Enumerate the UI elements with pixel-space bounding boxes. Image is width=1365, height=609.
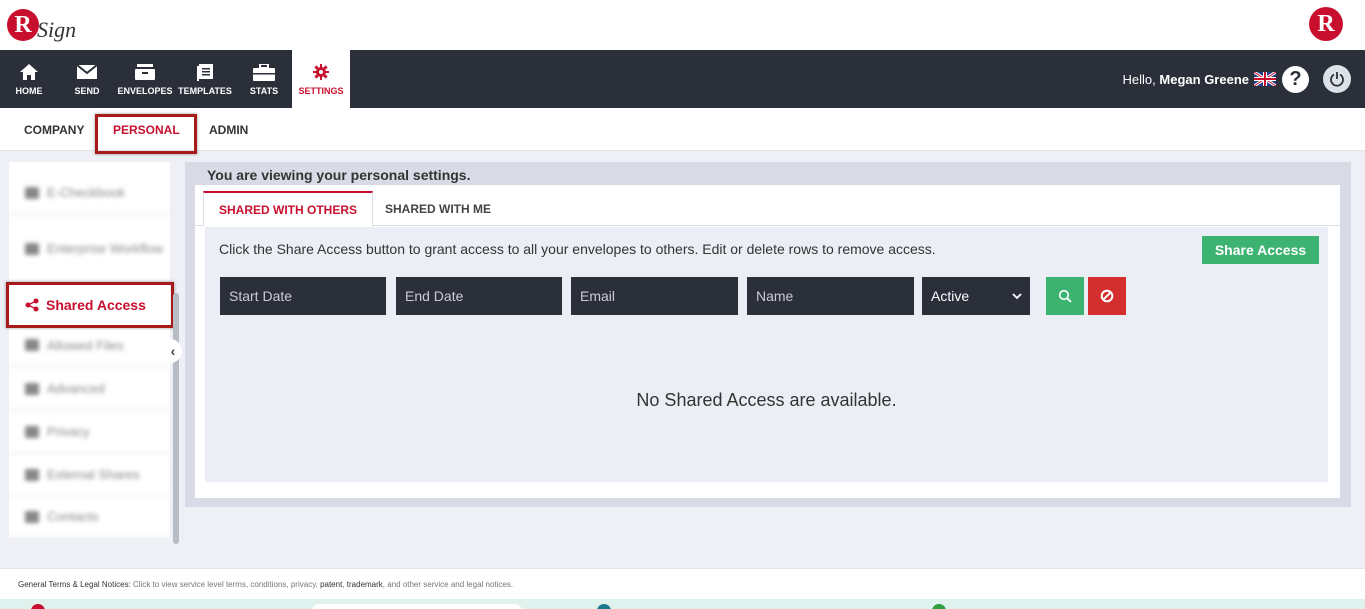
chevron-down-icon: [1012, 292, 1022, 300]
home-icon: [20, 62, 38, 82]
taskbar-search[interactable]: [312, 604, 522, 609]
start-date-field[interactable]: Start Date: [220, 277, 386, 315]
inbox-icon: [135, 62, 155, 82]
legal-text-1: Click to view service level terms, condi…: [133, 580, 318, 589]
nav-settings[interactable]: SETTINGS: [292, 50, 350, 108]
item-icon: [25, 510, 39, 523]
logo-r-mark: R: [7, 9, 39, 41]
highlight-shared-access-box: [6, 282, 174, 328]
settings-sidebar: E-Checkbook Enterprise Workflow Allowed …: [9, 162, 170, 538]
legal-label: General Terms & Legal Notices:: [18, 580, 131, 589]
item-icon: [25, 425, 39, 438]
main-nav: HOME SEND ENVELOPES TEMPLATES STATS SETT…: [0, 50, 1365, 108]
nav-send[interactable]: SEND: [66, 50, 108, 108]
sidebar-item-blurred[interactable]: E-Checkbook: [9, 172, 170, 215]
nav-templates[interactable]: TEMPLATES: [177, 50, 233, 108]
envelope-icon: [77, 62, 97, 82]
rsign-logo[interactable]: R Sign: [7, 7, 76, 43]
settings-subtabs: COMPANY PERSONAL ADMIN: [0, 108, 1365, 151]
subtab-admin[interactable]: ADMIN: [209, 108, 248, 151]
sidebar-item-blurred[interactable]: Allowed Files: [9, 325, 170, 367]
template-icon: [197, 62, 213, 82]
brand-r-icon: R: [1309, 7, 1343, 41]
legal-notice[interactable]: General Terms & Legal Notices: Click to …: [18, 580, 513, 589]
legal-sep: ,: [342, 580, 345, 589]
item-icon: [25, 382, 39, 395]
sidebar-item-blurred[interactable]: Enterprise Workflow: [9, 217, 170, 282]
page-title: You are viewing your personal settings.: [207, 167, 471, 183]
nav-home-label: HOME: [15, 86, 43, 96]
item-icon: [25, 242, 39, 255]
tab-row: SHARED WITH OTHERS SHARED WITH ME: [195, 185, 1340, 227]
status-select[interactable]: Active: [922, 277, 1030, 315]
sidebar-item-blurred[interactable]: External Shares: [9, 454, 170, 497]
nav-templates-label: TEMPLATES: [178, 86, 232, 96]
status-select-value: Active: [931, 288, 970, 304]
info-text: Click the Share Access button to grant a…: [219, 241, 936, 257]
item-icon: [25, 339, 39, 351]
nav-envelopes[interactable]: ENVELOPES: [117, 50, 173, 108]
footer: General Terms & Legal Notices: Click to …: [0, 568, 1365, 599]
email-field[interactable]: Email: [571, 277, 738, 315]
item-icon: [25, 186, 39, 199]
logo-text: Sign: [37, 17, 77, 42]
taskbar-strip: [0, 599, 1365, 609]
shared-access-content: Click the Share Access button to grant a…: [205, 227, 1328, 482]
nav-home[interactable]: HOME: [8, 50, 50, 108]
sidebar-scrollbar[interactable]: [173, 293, 179, 544]
uk-flag-icon[interactable]: [1254, 72, 1276, 86]
briefcase-icon: [253, 62, 275, 82]
chevron-left-icon[interactable]: ‹: [164, 339, 182, 363]
nav-stats-label: STATS: [249, 86, 279, 96]
shared-access-card: SHARED WITH OTHERS SHARED WITH ME Click …: [195, 185, 1340, 498]
name-field[interactable]: Name: [747, 277, 914, 315]
end-date-field[interactable]: End Date: [396, 277, 562, 315]
gear-icon: [313, 62, 329, 82]
nav-send-label: SEND: [74, 86, 100, 96]
clear-filter-button[interactable]: [1088, 277, 1126, 315]
power-icon[interactable]: [1323, 65, 1351, 93]
user-area: Hello, Megan Greene ?: [1123, 50, 1365, 108]
empty-state-message: No Shared Access are available.: [636, 390, 897, 410]
help-icon[interactable]: ?: [1282, 65, 1309, 93]
top-header: R Sign R: [0, 0, 1365, 50]
nav-stats[interactable]: STATS: [244, 50, 284, 108]
nav-envelopes-label: ENVELOPES: [117, 86, 173, 96]
user-name[interactable]: Megan Greene: [1159, 72, 1249, 87]
main-panel: You are viewing your personal settings. …: [185, 162, 1351, 507]
share-access-button[interactable]: Share Access: [1202, 236, 1319, 264]
sidebar-item-blurred[interactable]: Contacts: [9, 497, 170, 538]
item-icon: [25, 468, 39, 481]
greeting: Hello, Megan Greene: [1122, 71, 1249, 87]
highlight-personal-box: [95, 114, 197, 154]
subtab-company[interactable]: COMPANY: [24, 108, 84, 151]
nav-settings-label: SETTINGS: [298, 86, 344, 96]
tab-shared-with-others[interactable]: SHARED WITH OTHERS: [203, 191, 373, 227]
trademark-link[interactable]: trademark: [347, 580, 383, 589]
sidebar-item-blurred[interactable]: Privacy: [9, 411, 170, 454]
ban-icon: [1100, 289, 1114, 303]
legal-text-2: , and other service and legal notices.: [382, 580, 514, 589]
tab-shared-with-me[interactable]: SHARED WITH ME: [370, 191, 506, 227]
search-button[interactable]: [1046, 277, 1084, 315]
sidebar-item-blurred[interactable]: Advanced: [9, 368, 170, 411]
patent-link[interactable]: patent: [320, 580, 342, 589]
search-icon: [1058, 289, 1072, 303]
